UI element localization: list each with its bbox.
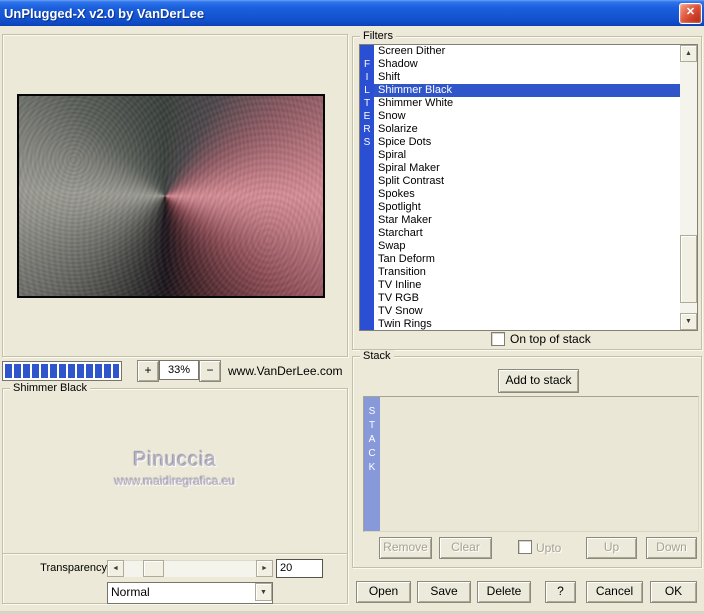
filter-item[interactable]: Screen Dither: [374, 45, 680, 58]
zoom-in-button[interactable]: +: [137, 360, 159, 382]
blend-mode-value: Normal: [111, 585, 150, 599]
cancel-button[interactable]: Cancel: [586, 581, 643, 603]
window-title: UnPlugged-X v2.0 by VanDerLee: [4, 5, 205, 21]
zoom-meter[interactable]: [2, 361, 122, 381]
scroll-up-icon[interactable]: ▲: [680, 45, 697, 62]
filter-item[interactable]: Spokes: [374, 188, 680, 201]
filters-list[interactable]: Screen Dither Shadow Shift Shimmer Black Shi…: [374, 45, 680, 330]
filter-item[interactable]: Snow: [374, 110, 680, 123]
add-to-stack-button[interactable]: Add to stack: [498, 369, 579, 393]
scroll-down-icon[interactable]: ▼: [680, 313, 697, 330]
delete-button[interactable]: Delete: [477, 581, 531, 603]
watermark: Pinuccia www.maidiregrafica.eu: [3, 449, 347, 488]
transparency-slider-thumb[interactable]: [143, 560, 164, 577]
ok-button[interactable]: OK: [650, 581, 697, 603]
filter-item[interactable]: Shadow: [374, 58, 680, 71]
filters-rail: FILTERS: [360, 45, 374, 330]
filter-item[interactable]: Spiral: [374, 149, 680, 162]
filter-item[interactable]: Solarize: [374, 123, 680, 136]
blend-mode-combo[interactable]: Normal ▼: [107, 582, 273, 604]
slider-right-arrow-icon[interactable]: ►: [256, 560, 273, 577]
remove-button[interactable]: Remove: [379, 537, 432, 559]
stack-group: Stack Add to stack STACK Remove Clear Up…: [352, 350, 702, 568]
filter-item[interactable]: Spiral Maker: [374, 162, 680, 175]
vendor-site-label: www.VanDerLee.com: [228, 364, 343, 378]
filter-item[interactable]: Spice Dots: [374, 136, 680, 149]
filter-item[interactable]: Star Maker: [374, 214, 680, 227]
transparency-slider[interactable]: ◄ ►: [107, 560, 273, 577]
filters-scrollbar[interactable]: ▲ ▼: [680, 45, 697, 330]
filters-group: Filters FILTERS Screen Dither Shadow Shift…: [352, 30, 702, 350]
filter-item[interactable]: Swap: [374, 240, 680, 253]
filter-item[interactable]: Transition: [374, 266, 680, 279]
titlebar[interactable]: UnPlugged-X v2.0 by VanDerLee ✕: [0, 0, 704, 26]
clear-button[interactable]: Clear: [439, 537, 492, 559]
transparency-slider-track[interactable]: [124, 560, 256, 577]
filter-preview-image[interactable]: [17, 94, 325, 298]
filter-item[interactable]: Tan Deform: [374, 253, 680, 266]
filter-item[interactable]: Split Contrast: [374, 175, 680, 188]
upto-label: Upto: [536, 541, 562, 555]
filters-scrollbar-thumb[interactable]: [680, 235, 697, 303]
transparency-label: Transparency: [40, 562, 107, 574]
filter-item[interactable]: TV Snow: [374, 305, 680, 318]
watermark-name: Pinuccia: [133, 449, 217, 471]
stack-group-label: Stack: [360, 350, 394, 363]
filter-item[interactable]: TV RGB: [374, 292, 680, 305]
filter-item[interactable]: Spotlight: [374, 201, 680, 214]
stack-list[interactable]: STACK: [363, 396, 699, 532]
up-button[interactable]: Up: [586, 537, 637, 559]
watermark-url: www.maidiregrafica.eu: [114, 474, 236, 488]
zoom-value: 33%: [159, 360, 199, 380]
transparency-value-input[interactable]: 20: [276, 559, 323, 578]
transparency-frame: Transparency ◄ ► 20 Normal ▼: [2, 553, 348, 604]
filters-scrollbar-track[interactable]: [680, 62, 697, 313]
chevron-down-icon[interactable]: ▼: [255, 583, 272, 601]
filters-list-wrap: FILTERS Screen Dither Shadow Shift Shimmer …: [359, 44, 698, 331]
filter-item[interactable]: Shimmer White: [374, 97, 680, 110]
zoom-out-button[interactable]: −: [199, 360, 221, 382]
filter-item[interactable]: TV Inline: [374, 279, 680, 292]
unplugged-x-dialog: UnPlugged-X v2.0 by VanDerLee ✕ + 33% − …: [0, 0, 704, 614]
on-top-of-stack-label: On top of stack: [510, 332, 591, 346]
open-button[interactable]: Open: [356, 581, 411, 603]
filter-item[interactable]: Twin Rings: [374, 318, 680, 330]
filter-item[interactable]: Shift: [374, 71, 680, 84]
filter-settings-group-label: Shimmer Black: [10, 382, 90, 395]
help-button[interactable]: ?: [545, 581, 576, 603]
filter-item[interactable]: Starchart: [374, 227, 680, 240]
filter-item[interactable]: Shimmer Black: [374, 84, 680, 97]
on-top-of-stack-checkbox[interactable]: [491, 332, 505, 346]
zoom-meter-fill: [5, 364, 119, 378]
upto-checkbox[interactable]: [518, 540, 532, 554]
save-button[interactable]: Save: [417, 581, 471, 603]
stack-rail: STACK: [364, 397, 380, 531]
down-button[interactable]: Down: [646, 537, 697, 559]
filters-group-label: Filters: [360, 30, 396, 43]
preview-panel: [2, 34, 348, 357]
slider-left-arrow-icon[interactable]: ◄: [107, 560, 124, 577]
close-icon[interactable]: ✕: [679, 3, 702, 24]
filter-settings-group: Shimmer Black Pinuccia www.maidiregrafic…: [2, 382, 348, 554]
